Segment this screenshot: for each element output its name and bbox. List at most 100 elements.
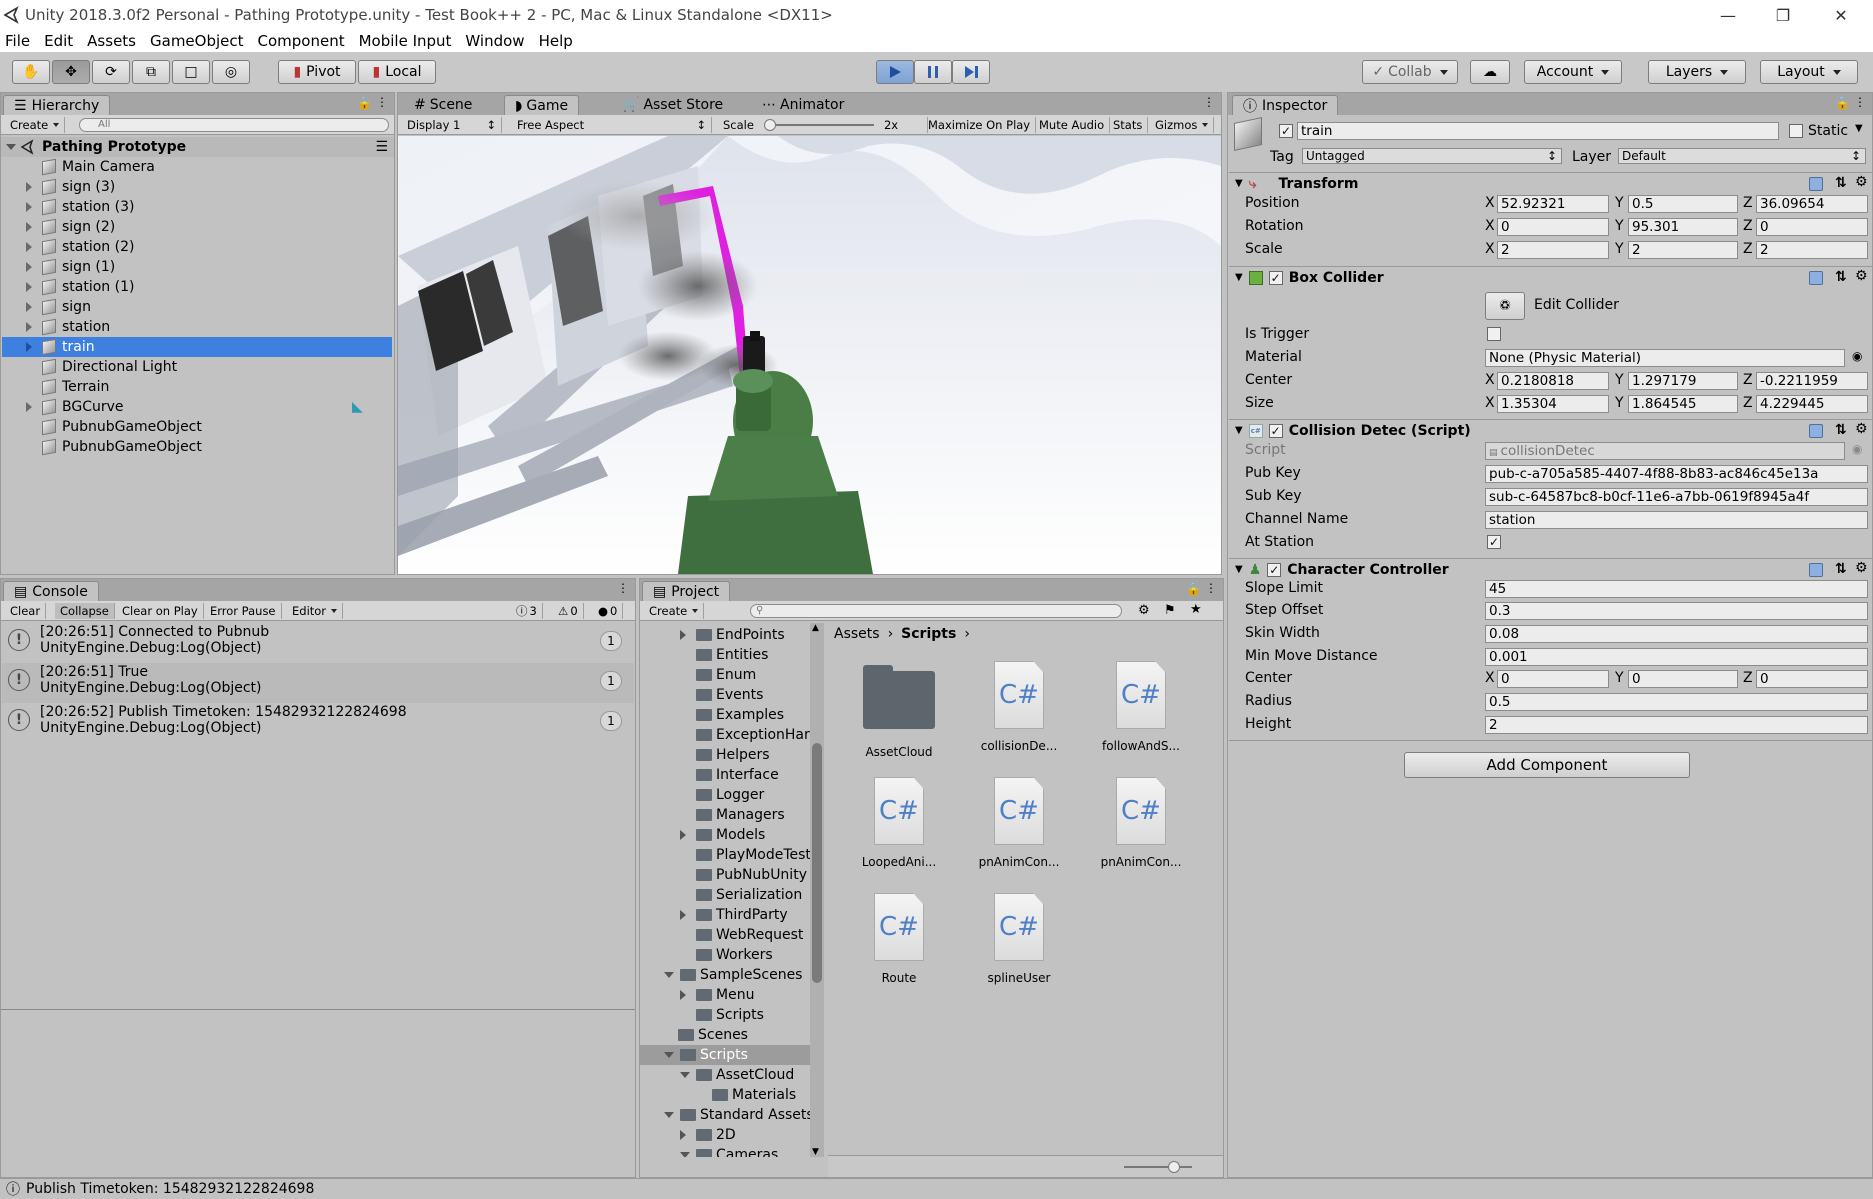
preset-icon[interactable]: ⇅	[1835, 175, 1847, 191]
radius-field[interactable]: 0.5	[1485, 693, 1868, 711]
tree-folder[interactable]: Materials	[712, 1085, 796, 1105]
gear-icon[interactable]: ⚙	[1855, 174, 1868, 190]
tree-folder[interactable]: 2D	[680, 1125, 736, 1145]
lock-icon[interactable]: 🔒	[357, 96, 372, 110]
gizmos-dropdown[interactable]: Gizmos	[1150, 117, 1215, 133]
console-entry[interactable]: ! [20:26:52] Publish Timetoken: 15482932…	[2, 703, 634, 743]
hierarchy-item[interactable]: Main Camera	[2, 157, 392, 177]
tree-folder[interactable]: Examples	[696, 705, 784, 725]
pivot-button[interactable]: ▮ Pivot	[278, 60, 356, 84]
hierarchy-item-selected[interactable]: train	[2, 337, 392, 357]
tab-hierarchy[interactable]: ☰ Hierarchy	[3, 95, 111, 115]
character-controller-enabled-checkbox[interactable]: ✓	[1267, 562, 1282, 577]
hierarchy-item[interactable]: sign (1)	[2, 257, 392, 277]
box-collider-enabled-checkbox[interactable]: ✓	[1268, 270, 1283, 285]
preset-icon[interactable]: ⇅	[1835, 422, 1847, 438]
tree-folder[interactable]: Events	[696, 685, 763, 705]
tree-folder[interactable]: Entities	[696, 645, 768, 665]
hierarchy-item[interactable]: Terrain	[2, 377, 392, 397]
icon-size-thumb[interactable]	[1168, 1161, 1180, 1173]
object-name-field[interactable]: train	[1297, 122, 1779, 140]
asset-item[interactable]: C# followAndS...	[1086, 661, 1196, 753]
console-editor-dropdown[interactable]: Editor	[287, 603, 344, 619]
scale-slider[interactable]: Scale 2x	[718, 117, 928, 133]
layout-dropdown[interactable]: Layout	[1760, 60, 1858, 84]
tree-folder[interactable]: Standard Assets	[664, 1105, 810, 1125]
console-entry[interactable]: ! [20:26:51] True UnityEngine.Debug:Log(…	[2, 663, 634, 703]
rotation-x-field[interactable]: 0	[1497, 218, 1609, 236]
tree-folder[interactable]: Scripts	[696, 1005, 764, 1025]
step-offset-field[interactable]: 0.3	[1485, 602, 1868, 620]
tree-folder[interactable]: ExceptionHar	[696, 725, 810, 745]
step-button[interactable]	[952, 60, 990, 84]
console-info-toggle[interactable]: ⓘ 3	[511, 603, 543, 619]
layer-dropdown[interactable]: Default ↕	[1618, 148, 1866, 164]
gear-icon[interactable]: ⚙	[1855, 560, 1868, 576]
tree-folder[interactable]: Helpers	[696, 745, 770, 765]
move-tool-button[interactable]: ✥	[52, 60, 90, 84]
hierarchy-item[interactable]: sign (2)	[2, 217, 392, 237]
hierarchy-item[interactable]: station (3)	[2, 197, 392, 217]
console-warn-toggle[interactable]: ⚠ 0	[553, 603, 584, 619]
panel-menu-icon[interactable]: ⋮	[1203, 95, 1215, 109]
hierarchy-item[interactable]: PubnubGameObject	[2, 437, 392, 457]
material-field[interactable]: None (Physic Material)	[1485, 349, 1845, 367]
cc-center-y-field[interactable]: 0	[1628, 670, 1738, 688]
tree-folder[interactable]: EndPoints	[680, 625, 785, 645]
object-picker-icon[interactable]: ◉	[1852, 349, 1862, 363]
filter-label-icon[interactable]: ⚑	[1164, 603, 1176, 618]
collapse-arrow-icon[interactable]	[664, 1111, 674, 1122]
expand-arrow-icon[interactable]	[26, 402, 36, 412]
aspect-dropdown[interactable]: Free Aspect ↕	[512, 117, 712, 133]
tab-animator[interactable]: ⋯ Animator	[752, 95, 854, 115]
hierarchy-item[interactable]: station (2)	[2, 237, 392, 257]
display-dropdown[interactable]: Display 1 ↕	[402, 117, 502, 133]
scene-menu-icon[interactable]: ☰	[375, 139, 388, 155]
lock-icon[interactable]: 🔒	[1835, 96, 1850, 110]
asset-item[interactable]: C# collisionDe...	[964, 661, 1074, 753]
sub-key-field[interactable]: sub-c-64587bc8-b0cf-11e6-a7bb-0619f8945a…	[1485, 488, 1868, 506]
console-clear-button[interactable]: Clear	[5, 603, 47, 619]
tab-scene[interactable]: # Scene	[404, 95, 482, 115]
panel-menu-icon[interactable]: ⋮	[1205, 581, 1217, 595]
collision-script-enabled-checkbox[interactable]: ✓	[1268, 423, 1283, 438]
menu-file[interactable]: File	[5, 32, 30, 50]
tree-folder[interactable]: ThirdParty	[680, 905, 788, 925]
hierarchy-item[interactable]: station (1)	[2, 277, 392, 297]
game-viewport[interactable]	[398, 136, 1221, 574]
channel-name-field[interactable]: station	[1485, 511, 1868, 529]
account-dropdown[interactable]: Account	[1524, 60, 1622, 84]
tab-inspector[interactable]: ⓘ Inspector	[1232, 95, 1339, 115]
menu-window[interactable]: Window	[465, 32, 524, 50]
layers-dropdown[interactable]: Layers	[1648, 60, 1746, 84]
tree-folder[interactable]: Enum	[696, 665, 756, 685]
collapse-arrow-icon[interactable]	[664, 971, 674, 982]
asset-item[interactable]: C# pnAnimCon...	[964, 777, 1074, 869]
hierarchy-item[interactable]: PubnubGameObject	[2, 417, 392, 437]
asset-item[interactable]: C# splineUser	[964, 893, 1074, 985]
scene-header[interactable]: Pathing Prototype ☰	[1, 137, 394, 157]
status-text[interactable]: Publish Timetoken: 15482932122824698	[26, 1181, 314, 1197]
position-y-field[interactable]: 0.5	[1628, 195, 1738, 213]
project-search-input[interactable]: ⚲	[750, 604, 1122, 618]
collab-dropdown[interactable]: ✓ Collab	[1362, 60, 1458, 84]
cc-center-x-field[interactable]: 0	[1497, 670, 1609, 688]
collider-center-x-field[interactable]: 0.2180818	[1497, 372, 1609, 390]
tree-scrollbar[interactable]: ▲ ▼	[810, 623, 824, 1157]
stats-toggle[interactable]: Stats	[1108, 117, 1149, 133]
play-button[interactable]	[876, 60, 914, 84]
console-error-pause-toggle[interactable]: Error Pause	[205, 603, 282, 619]
scale-x-field[interactable]: 2	[1497, 241, 1609, 259]
tree-folder[interactable]: Menu	[680, 985, 754, 1005]
min-move-distance-field[interactable]: 0.001	[1485, 648, 1868, 666]
asset-item[interactable]: AssetCloud	[844, 665, 954, 759]
position-z-field[interactable]: 36.09654	[1756, 195, 1868, 213]
collapse-arrow-icon[interactable]	[680, 1151, 690, 1157]
height-field[interactable]: 2	[1485, 716, 1868, 734]
tree-folder[interactable]: Logger	[696, 785, 764, 805]
expand-arrow-icon[interactable]	[680, 1130, 690, 1140]
hierarchy-item[interactable]: sign	[2, 297, 392, 317]
local-button[interactable]: ▮ Local	[358, 60, 436, 84]
edit-collider-button[interactable]: ♽	[1485, 292, 1525, 320]
rotation-y-field[interactable]: 95.301	[1628, 218, 1738, 236]
